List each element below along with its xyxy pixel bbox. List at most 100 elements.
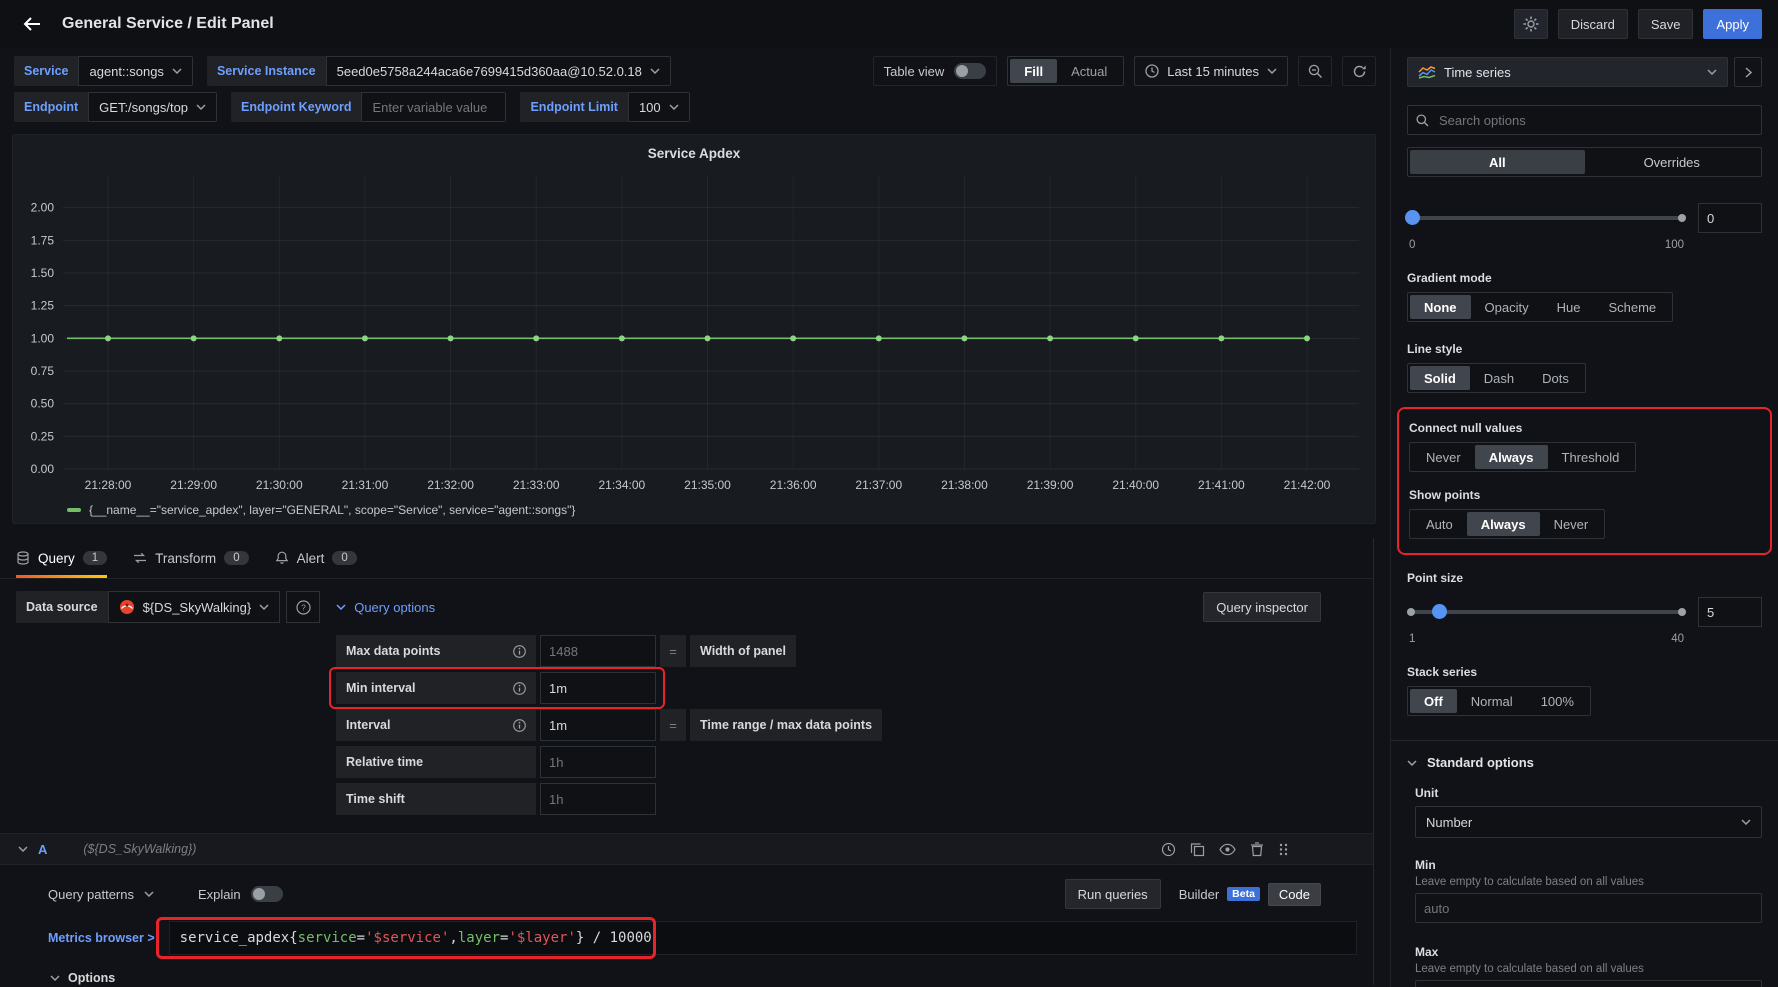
trash-icon[interactable]	[1250, 842, 1264, 857]
query-patterns-dropdown[interactable]: Query patterns	[48, 887, 154, 902]
back-button[interactable]	[16, 8, 48, 40]
query-row-header[interactable]: A (${DS_SkyWalking})	[0, 833, 1373, 865]
apdex-chart: 0.000.250.500.751.001.251.501.752.0021:2…	[19, 169, 1369, 501]
query-options-header[interactable]: Query options	[336, 600, 435, 615]
option-threshold[interactable]: Threshold	[1548, 445, 1634, 469]
editor-tabs: Query 1 Transform 0 Alert 0	[0, 538, 1373, 579]
slider-thumb[interactable]	[1432, 604, 1447, 619]
option-never[interactable]: Never	[1412, 445, 1475, 469]
svg-text:21:38:00: 21:38:00	[941, 478, 988, 492]
tab-all[interactable]: All	[1410, 150, 1585, 174]
run-queries-button[interactable]: Run queries	[1065, 879, 1161, 909]
options-collapse[interactable]: Options	[50, 971, 1373, 985]
actual-option[interactable]: Actual	[1057, 59, 1121, 83]
builder-mode-option[interactable]: Builder	[1179, 887, 1219, 902]
skywalking-logo-icon	[119, 599, 135, 615]
options-filter-tabs: All Overrides	[1407, 147, 1762, 177]
datasource-label: Data source	[16, 591, 108, 623]
tab-query[interactable]: Query 1	[16, 538, 107, 578]
option-normal[interactable]: Normal	[1457, 689, 1527, 713]
copy-icon[interactable]	[1190, 842, 1205, 857]
stack-series-label: Stack series	[1407, 665, 1762, 679]
drag-handle-icon[interactable]	[1278, 842, 1289, 857]
option-scheme[interactable]: Scheme	[1594, 295, 1670, 319]
time-shift-input[interactable]	[540, 783, 656, 815]
options-search-input[interactable]	[1437, 112, 1753, 129]
stack-series-group: Off Normal 100%	[1407, 686, 1591, 716]
point-size-value[interactable]	[1698, 597, 1762, 627]
slider-min-label: 0	[1409, 239, 1415, 251]
svg-text:1.00: 1.00	[31, 331, 55, 345]
option-always[interactable]: Always	[1467, 512, 1540, 536]
time-range-picker[interactable]: Last 15 minutes	[1134, 56, 1288, 86]
max-data-points-input[interactable]	[540, 635, 656, 667]
unit-select[interactable]: Number	[1415, 806, 1762, 838]
option-auto[interactable]: Auto	[1412, 512, 1467, 536]
option-100[interactable]: 100%	[1527, 689, 1588, 713]
endpoint-keyword-variable: Endpoint Keyword	[231, 92, 506, 122]
option-dash[interactable]: Dash	[1470, 366, 1528, 390]
option-opacity[interactable]: Opacity	[1471, 295, 1543, 319]
refresh-button[interactable]	[1342, 56, 1376, 86]
transform-icon	[133, 551, 147, 565]
apply-button[interactable]: Apply	[1703, 9, 1762, 39]
chevron-down-icon	[650, 68, 660, 74]
standard-options-header[interactable]: Standard options	[1407, 755, 1762, 770]
endpoint-keyword-input[interactable]	[361, 92, 506, 122]
collapse-sidebar-button[interactable]	[1734, 57, 1762, 87]
panel-settings-button[interactable]	[1514, 9, 1548, 39]
chevron-down-icon	[259, 604, 269, 610]
fill-option[interactable]: Fill	[1010, 59, 1057, 83]
discard-button[interactable]: Discard	[1558, 9, 1628, 39]
datasource-select[interactable]: ${DS_SkyWalking}	[108, 591, 281, 623]
slider-max-label: 40	[1671, 633, 1684, 645]
eye-icon[interactable]	[1219, 843, 1236, 856]
point-size-slider[interactable]	[1407, 610, 1686, 614]
tab-overrides[interactable]: Overrides	[1585, 150, 1760, 174]
endpoint-limit-select[interactable]: 100	[628, 92, 690, 122]
query-expression-input[interactable]: service_apdex{service='$service', layer=…	[169, 921, 1357, 955]
time-shift-label: Time shift	[346, 792, 405, 806]
save-button[interactable]: Save	[1638, 9, 1694, 39]
endpoint-variable-select[interactable]: GET:/songs/top	[88, 92, 217, 122]
min-interval-input[interactable]	[540, 672, 656, 704]
visualization-picker[interactable]: Time series	[1407, 57, 1728, 87]
option-none[interactable]: None	[1410, 295, 1471, 319]
option-hue[interactable]: Hue	[1543, 295, 1595, 319]
svg-text:0.50: 0.50	[31, 397, 55, 411]
chart-legend[interactable]: {__name__="service_apdex", layer="GENERA…	[19, 501, 1369, 517]
metrics-browser-link[interactable]: Metrics browser >	[48, 931, 155, 945]
code-mode-option[interactable]: Code	[1268, 883, 1321, 906]
fill-opacity-range-labels: 0 100	[1409, 239, 1684, 251]
explain-toggle[interactable]	[251, 886, 283, 902]
min-input[interactable]	[1415, 893, 1762, 923]
relative-time-input[interactable]	[540, 746, 656, 778]
max-input[interactable]	[1415, 980, 1762, 987]
option-dots[interactable]: Dots	[1528, 366, 1583, 390]
svg-text:0.00: 0.00	[31, 462, 55, 476]
option-solid[interactable]: Solid	[1410, 366, 1470, 390]
datasource-help-button[interactable]: ?	[286, 591, 320, 623]
chevron-down-icon	[50, 975, 60, 981]
query-ref-id: A	[38, 842, 47, 857]
service-instance-select[interactable]: 5eed0e5758a244aca6e7699415d360aa@10.52.0…	[326, 56, 671, 86]
fill-actual-switch: Fill Actual	[1007, 56, 1124, 86]
interval-label: Interval	[346, 718, 390, 732]
option-never[interactable]: Never	[1540, 512, 1603, 536]
time-series-icon	[1418, 65, 1436, 79]
query-inspector-button[interactable]: Query inspector	[1203, 592, 1321, 622]
svg-text:21:40:00: 21:40:00	[1112, 478, 1159, 492]
option-always[interactable]: Always	[1475, 445, 1548, 469]
slider-thumb[interactable]	[1405, 210, 1420, 225]
history-icon[interactable]	[1161, 842, 1176, 857]
interval-input[interactable]	[540, 709, 656, 741]
option-off[interactable]: Off	[1410, 689, 1457, 713]
fill-opacity-slider[interactable]	[1407, 216, 1686, 220]
service-variable-select[interactable]: agent::songs	[78, 56, 192, 86]
tab-transform[interactable]: Transform 0	[133, 538, 248, 578]
show-points-group: Auto Always Never	[1409, 509, 1605, 539]
table-view-toggle[interactable]	[954, 63, 986, 79]
fill-opacity-value[interactable]	[1698, 203, 1762, 233]
tab-alert[interactable]: Alert 0	[275, 538, 357, 578]
zoom-out-button[interactable]	[1298, 56, 1332, 86]
